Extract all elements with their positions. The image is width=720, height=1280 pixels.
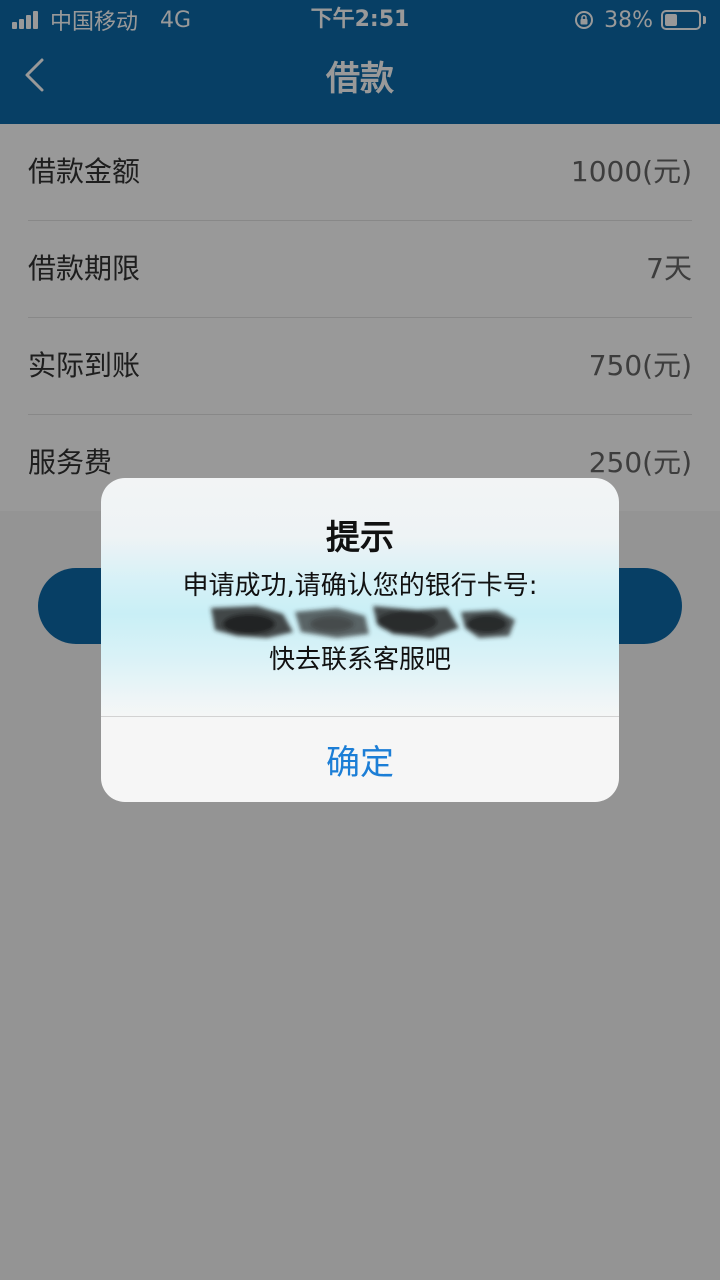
redacted-card-number [211, 606, 515, 638]
confirm-button[interactable]: 确定 [101, 717, 619, 802]
dialog-message-line1: 申请成功,请确认您的银行卡号: [182, 571, 538, 601]
dialog-title: 提示 [326, 518, 394, 558]
dialog-message-line3: 快去联系客服吧 [268, 645, 451, 675]
alert-dialog: 提示 申请成功,请确认您的银行卡号: 快去联系客服吧 确定 [101, 478, 619, 802]
